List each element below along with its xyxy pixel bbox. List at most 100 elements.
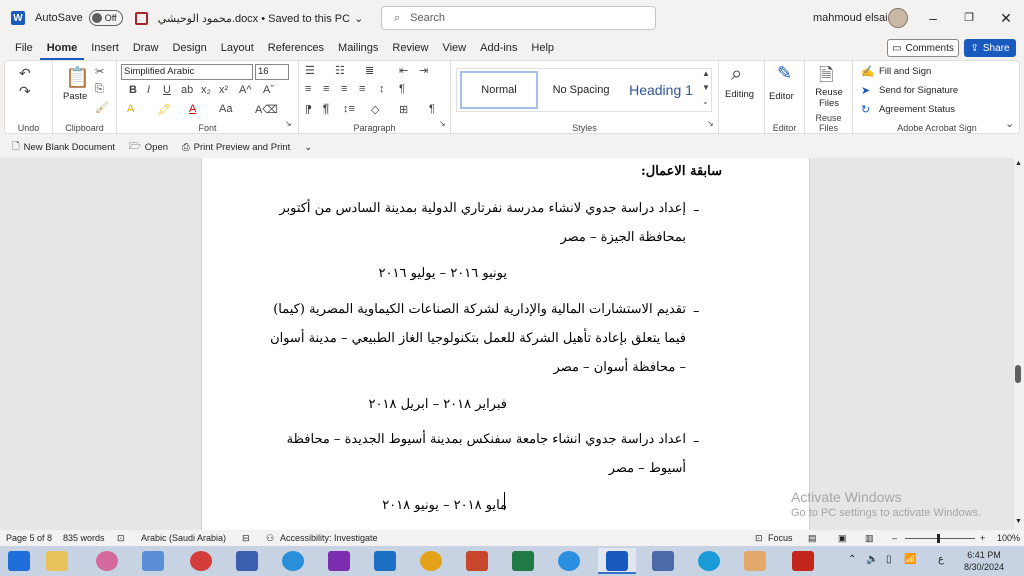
tab-mailings[interactable]: Mailings xyxy=(331,36,385,60)
find-icon[interactable]: ⌕ xyxy=(731,63,742,86)
change-case-icon[interactable]: Aa xyxy=(219,103,232,115)
battery-icon[interactable]: ▯ xyxy=(886,554,892,565)
word-taskbar-icon[interactable] xyxy=(606,551,628,571)
print-layout-icon[interactable]: ▣ xyxy=(838,533,847,544)
tab-insert[interactable]: Insert xyxy=(84,36,126,60)
minimize-icon[interactable]: – xyxy=(923,8,943,28)
editor-button[interactable]: Editor xyxy=(769,91,794,102)
style-heading-1[interactable]: Heading 1 xyxy=(623,71,699,109)
tab-home[interactable]: Home xyxy=(39,36,85,60)
tab-layout[interactable]: Layout xyxy=(214,36,261,60)
multilevel-list-icon[interactable]: ≣ xyxy=(365,64,374,77)
fill-sign-button[interactable]: Fill and Sign xyxy=(879,66,931,77)
align-left-icon[interactable]: ≡ xyxy=(305,83,311,95)
scrollbar-thumb[interactable] xyxy=(1015,365,1021,383)
tab-draw[interactable]: Draw xyxy=(126,36,166,60)
close-icon[interactable]: ✕ xyxy=(996,8,1016,28)
clear-formatting-icon[interactable]: A⌫ xyxy=(255,103,278,116)
tab-file[interactable]: File xyxy=(8,36,40,60)
styles-scroll-down-icon[interactable]: ▼ xyxy=(702,83,710,92)
tab-review[interactable]: Review xyxy=(385,36,435,60)
print-preview-button[interactable]: ⎙ Print Preview and Print xyxy=(182,142,290,153)
grow-font-icon[interactable]: A^ xyxy=(239,84,252,96)
font-size-select[interactable]: 16 xyxy=(255,64,289,80)
autosave-toggle[interactable]: Off xyxy=(88,10,123,26)
focus-button[interactable]: Focus xyxy=(768,533,793,543)
tab-references[interactable]: References xyxy=(261,36,331,60)
app-icon-4[interactable] xyxy=(236,551,258,571)
web-layout-icon[interactable]: ▥ xyxy=(865,533,874,544)
borders-icon[interactable]: ⊞ xyxy=(399,103,408,116)
ltr-icon[interactable]: ⁋ xyxy=(305,103,312,116)
cut-icon[interactable]: ✂ xyxy=(95,65,104,78)
restore-icon[interactable]: ❐ xyxy=(959,8,979,28)
bold-icon[interactable]: B xyxy=(129,84,137,96)
show-marks-icon[interactable]: ¶ xyxy=(399,83,405,95)
open-button[interactable]: 🗁 Open xyxy=(129,139,168,155)
comments-button[interactable]: ▭ Comments xyxy=(887,39,959,57)
proofing-icon[interactable]: ⊡ xyxy=(117,533,125,544)
tab-view[interactable]: View xyxy=(435,36,473,60)
language-status[interactable]: Arabic (Saudi Arabia) xyxy=(141,533,226,543)
styles-scroll-up-icon[interactable]: ▲ xyxy=(702,69,710,78)
vertical-scrollbar[interactable]: ▲ ▼ xyxy=(1014,158,1024,530)
style-no-spacing[interactable]: No Spacing xyxy=(543,71,619,109)
sort-icon[interactable]: ↕ xyxy=(379,83,385,95)
pilcrow-icon[interactable]: ¶ xyxy=(429,103,435,115)
bullets-icon[interactable]: ☰ xyxy=(305,64,315,77)
paste-icon[interactable]: 📋 xyxy=(65,65,90,90)
save-icon[interactable] xyxy=(134,11,148,25)
line-spacing-icon[interactable]: ↕≡ xyxy=(343,103,355,115)
tray-overflow-icon[interactable]: ⌃ xyxy=(848,554,856,565)
style-normal[interactable]: Normal xyxy=(460,71,538,109)
app-icon-3[interactable] xyxy=(190,551,212,571)
macro-icon[interactable]: ⊟ xyxy=(242,533,250,544)
increase-indent-icon[interactable]: ⇥ xyxy=(419,64,428,77)
outlook-icon[interactable] xyxy=(374,551,396,571)
app-icon-7[interactable] xyxy=(744,551,766,571)
copy-icon[interactable]: ⎘ xyxy=(95,83,104,96)
customize-qat-icon[interactable]: ⌄ xyxy=(304,142,312,153)
reuse-files-button[interactable]: Reuse Files xyxy=(811,87,847,109)
file-explorer-icon[interactable] xyxy=(46,551,68,571)
tab-help[interactable]: Help xyxy=(524,36,561,60)
chrome-icon[interactable] xyxy=(420,551,442,571)
strikethrough-icon[interactable]: ab xyxy=(181,84,193,96)
numbering-icon[interactable]: ☷ xyxy=(335,64,345,77)
app-icon-5[interactable] xyxy=(282,551,304,571)
subscript-icon[interactable]: x₂ xyxy=(201,84,211,96)
network-icon[interactable]: 📶 xyxy=(904,554,916,565)
speaker-icon[interactable]: 🔈 xyxy=(866,554,878,565)
zoom-slider-thumb[interactable] xyxy=(937,534,940,543)
zoom-in-icon[interactable]: + xyxy=(980,533,985,543)
styles-more-icon[interactable]: ⌄ xyxy=(702,97,709,106)
superscript-icon[interactable]: x² xyxy=(219,84,228,96)
edge-icon[interactable] xyxy=(698,551,720,571)
document-title[interactable]: محمود الوحيشي.docx • Saved to this PC ⌄ xyxy=(158,12,364,25)
send-signature-button[interactable]: Send for Signature xyxy=(879,85,958,96)
clock[interactable]: 6:41 PM 8/30/2024 xyxy=(954,549,1014,573)
tab-design[interactable]: Design xyxy=(165,36,213,60)
format-painter-icon[interactable]: 🖌 xyxy=(95,101,109,114)
new-blank-document-button[interactable]: 🗋 New Blank Document xyxy=(12,139,115,155)
font-dialog-launcher-icon[interactable]: ↘ xyxy=(285,119,292,128)
acrobat-icon[interactable] xyxy=(792,551,814,571)
app-icon-2[interactable] xyxy=(142,551,164,571)
font-name-select[interactable]: Simplified Arabic xyxy=(121,64,253,80)
windows-start-icon[interactable] xyxy=(8,551,30,571)
editing-button[interactable]: Editing xyxy=(725,89,754,100)
paste-label[interactable]: Paste xyxy=(63,91,87,102)
page-count[interactable]: Page 5 of 8 xyxy=(6,533,52,543)
input-language[interactable]: ع xyxy=(938,554,944,565)
scroll-down-icon[interactable]: ▼ xyxy=(1015,518,1022,525)
onenote-icon[interactable] xyxy=(328,551,350,571)
italic-icon[interactable]: I xyxy=(147,84,150,96)
read-mode-icon[interactable]: ▤ xyxy=(808,533,817,544)
excel-icon[interactable] xyxy=(512,551,534,571)
justify-icon[interactable]: ≡ xyxy=(359,83,365,95)
editor-pen-icon[interactable]: ✎ xyxy=(777,63,792,84)
app-icon-1[interactable] xyxy=(96,551,118,571)
scroll-up-icon[interactable]: ▲ xyxy=(1015,160,1022,167)
decrease-indent-icon[interactable]: ⇤ xyxy=(399,64,408,77)
shading-icon[interactable]: ◇ xyxy=(371,103,379,116)
